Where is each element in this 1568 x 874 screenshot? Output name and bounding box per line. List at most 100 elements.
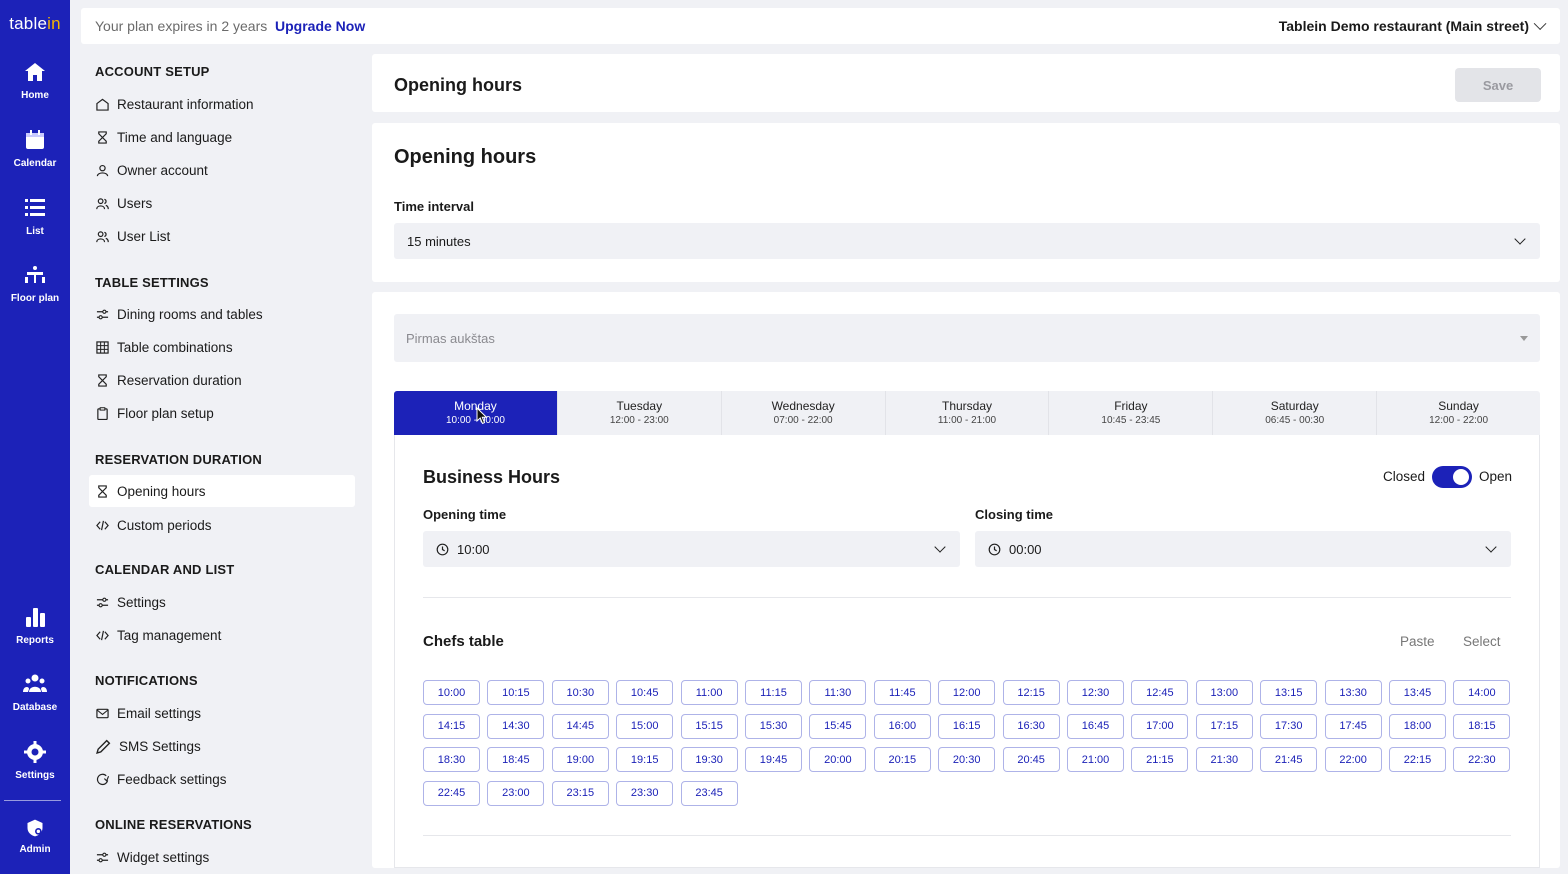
sidebar-item-users[interactable]: Users — [89, 187, 355, 219]
sidebar-item-time-and-language[interactable]: Time and language — [89, 121, 355, 153]
tab-tuesday[interactable]: Tuesday 12:00 - 23:00 — [558, 391, 722, 435]
rail-floor-plan[interactable]: Floor plan — [0, 263, 70, 304]
time-slot-button[interactable]: 12:30 — [1067, 680, 1124, 705]
time-slot-button[interactable]: 20:00 — [809, 747, 867, 772]
tab-friday[interactable]: Friday 10:45 - 23:45 — [1049, 391, 1214, 435]
time-slot-button[interactable]: 21:30 — [1195, 747, 1253, 772]
user-icon — [96, 164, 109, 176]
tab-sunday[interactable]: Sunday 12:00 - 22:00 — [1377, 391, 1540, 435]
tab-saturday[interactable]: Saturday 06:45 - 00:30 — [1213, 391, 1378, 435]
sidebar-item-email-settings[interactable]: Email settings — [89, 697, 355, 729]
sidebar-item-dining-rooms[interactable]: Dining rooms and tables — [89, 298, 355, 330]
time-slot-button[interactable]: 17:00 — [1131, 713, 1189, 739]
time-slot-button[interactable]: 20:45 — [1002, 747, 1060, 772]
time-slot-button[interactable]: 19:15 — [616, 747, 674, 772]
time-slot-button[interactable]: 11:15 — [745, 680, 802, 705]
time-slot-button[interactable]: 22:15 — [1389, 747, 1446, 772]
time-slot-button[interactable]: 16:15 — [938, 713, 996, 739]
time-slot-button[interactable]: 14:00 — [1453, 680, 1511, 705]
rail-list[interactable]: List — [0, 196, 70, 237]
time-slot-button[interactable]: 22:30 — [1453, 747, 1511, 772]
upgrade-now-link[interactable]: Upgrade Now — [275, 18, 365, 34]
paste-button[interactable]: Paste — [1400, 634, 1435, 649]
time-slot-button[interactable]: 16:00 — [873, 713, 931, 739]
time-slot-button[interactable]: 22:00 — [1324, 747, 1382, 772]
time-slot-button[interactable]: 17:30 — [1260, 713, 1318, 739]
time-slot-button[interactable]: 16:30 — [1002, 713, 1060, 739]
rail-home[interactable]: Home — [0, 60, 70, 101]
time-slot-button[interactable]: 14:15 — [423, 713, 480, 739]
time-slot-button[interactable]: 23:00 — [487, 780, 545, 806]
time-slot-button[interactable]: 21:45 — [1260, 747, 1318, 772]
rail-admin[interactable]: Admin — [0, 818, 70, 855]
tablein-logo[interactable]: tablein — [0, 14, 70, 34]
time-slot-button[interactable]: 18:45 — [487, 747, 545, 772]
time-slot-button[interactable]: 23:30 — [616, 780, 674, 806]
time-slot-button[interactable]: 10:30 — [551, 680, 609, 705]
sidebar-item-custom-periods[interactable]: Custom periods — [89, 509, 355, 541]
sidebar-item-owner-account[interactable]: Owner account — [89, 154, 355, 186]
time-slot-button[interactable]: 11:45 — [873, 680, 931, 705]
time-slot-button[interactable]: 14:45 — [551, 713, 609, 739]
time-slot-button[interactable]: 20:15 — [873, 747, 931, 772]
time-slot-button[interactable]: 12:00 — [938, 680, 996, 705]
tab-thursday[interactable]: Thursday 11:00 - 21:00 — [886, 391, 1050, 435]
time-slot-button[interactable]: 11:00 — [680, 680, 738, 705]
time-slot-button[interactable]: 13:30 — [1324, 680, 1382, 705]
open-closed-toggle[interactable] — [1432, 466, 1472, 488]
time-slot-button[interactable]: 15:30 — [745, 713, 802, 739]
time-slot-button[interactable]: 11:30 — [809, 680, 867, 705]
save-button[interactable]: Save — [1455, 68, 1541, 102]
sidebar-item-restaurant-information[interactable]: Restaurant information — [89, 88, 355, 120]
sidebar-item-floor-plan-setup[interactable]: Floor plan setup — [89, 397, 355, 429]
time-slot-button[interactable]: 23:45 — [680, 780, 738, 806]
time-interval-select[interactable]: 15 minutes — [394, 223, 1540, 259]
time-slot-button[interactable]: 13:45 — [1389, 680, 1446, 705]
tab-wednesday[interactable]: Wednesday 07:00 - 22:00 — [722, 391, 886, 435]
time-slot-button[interactable]: 18:30 — [423, 747, 480, 772]
time-slot-button[interactable]: 10:00 — [423, 680, 480, 705]
sidebar-item-feedback-settings[interactable]: Feedback settings — [89, 763, 355, 795]
time-slot-button[interactable]: 19:00 — [551, 747, 609, 772]
sidebar-item-widget-settings[interactable]: Widget settings — [89, 841, 355, 873]
rail-reports[interactable]: Reports — [0, 605, 70, 646]
sidebar-item-table-combinations[interactable]: Table combinations — [89, 331, 355, 363]
time-slot-button[interactable]: 17:15 — [1195, 713, 1253, 739]
rail-database[interactable]: Database — [0, 672, 70, 713]
time-slot-button[interactable]: 16:45 — [1067, 713, 1124, 739]
time-slot-button[interactable]: 12:15 — [1002, 680, 1060, 705]
time-slot-button[interactable]: 14:30 — [487, 713, 545, 739]
time-slot-button[interactable]: 13:15 — [1260, 680, 1318, 705]
time-slot-button[interactable]: 19:45 — [745, 747, 802, 772]
sidebar-item-sms-settings[interactable]: SMS Settings — [89, 730, 355, 762]
time-slot-button[interactable]: 18:00 — [1389, 713, 1446, 739]
opening-time-select[interactable]: 10:00 — [423, 531, 960, 567]
time-slot-button[interactable]: 12:45 — [1131, 680, 1189, 705]
time-slot-button[interactable]: 15:15 — [680, 713, 738, 739]
time-slot-button[interactable]: 21:15 — [1131, 747, 1189, 772]
time-slot-button[interactable]: 19:30 — [680, 747, 738, 772]
time-slot-button[interactable]: 17:45 — [1324, 713, 1382, 739]
time-interval-value: 15 minutes — [407, 233, 471, 249]
rail-calendar[interactable]: Calendar — [0, 128, 70, 169]
sidebar-item-user-list[interactable]: User List — [89, 220, 355, 252]
time-slot-button[interactable]: 21:00 — [1067, 747, 1124, 772]
restaurant-selector[interactable]: Tablein Demo restaurant (Main street) — [1279, 17, 1547, 34]
time-slot-button[interactable]: 22:45 — [423, 780, 480, 806]
sidebar-item-tag-management[interactable]: Tag management — [89, 619, 355, 651]
time-slot-button[interactable]: 13:00 — [1195, 680, 1253, 705]
sidebar-item-reservation-duration[interactable]: Reservation duration — [89, 364, 355, 396]
dining-room-select[interactable]: Pirmas aukštas — [394, 314, 1540, 362]
time-slot-button[interactable]: 15:00 — [616, 713, 674, 739]
time-slot-button[interactable]: 18:15 — [1453, 713, 1511, 739]
sidebar-item-settings[interactable]: Settings — [89, 586, 355, 618]
closing-time-select[interactable]: 00:00 — [975, 531, 1511, 567]
rail-settings[interactable]: Settings — [0, 740, 70, 781]
sidebar-item-opening-hours[interactable]: Opening hours — [89, 475, 355, 507]
select-button[interactable]: Select — [1463, 634, 1501, 649]
time-slot-button[interactable]: 15:45 — [809, 713, 867, 739]
time-slot-button[interactable]: 10:15 — [487, 680, 545, 705]
time-slot-button[interactable]: 23:15 — [551, 780, 609, 806]
time-slot-button[interactable]: 20:30 — [938, 747, 996, 772]
time-slot-button[interactable]: 10:45 — [616, 680, 674, 705]
